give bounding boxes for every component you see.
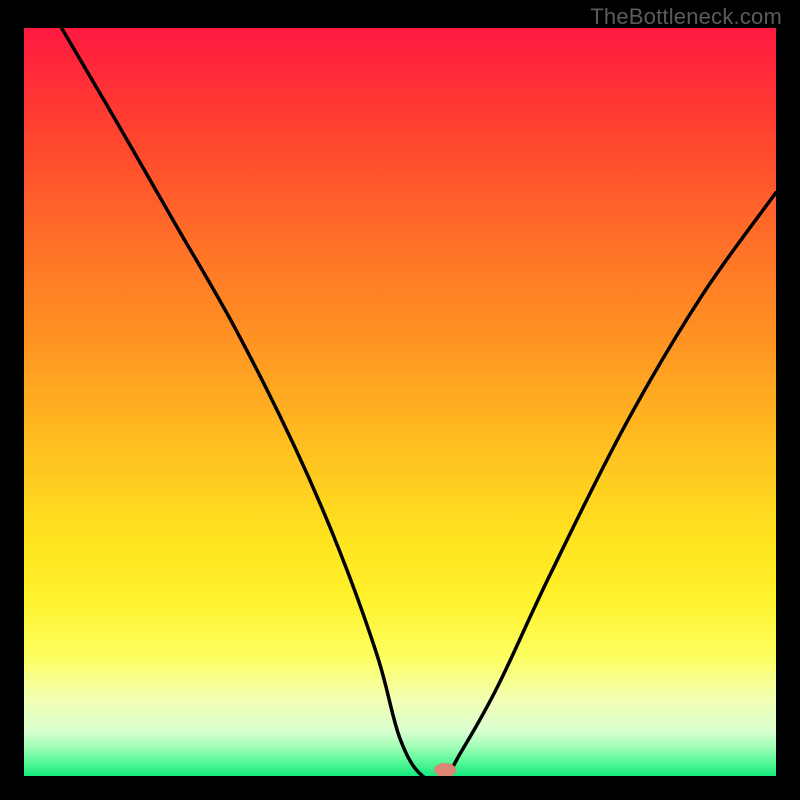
watermark-text: TheBottleneck.com: [590, 4, 782, 30]
target-marker: [434, 763, 456, 776]
bottleneck-curve: [24, 28, 776, 776]
chart-frame: TheBottleneck.com: [0, 0, 800, 800]
plot-area: [24, 28, 776, 776]
curve-path: [62, 28, 776, 776]
